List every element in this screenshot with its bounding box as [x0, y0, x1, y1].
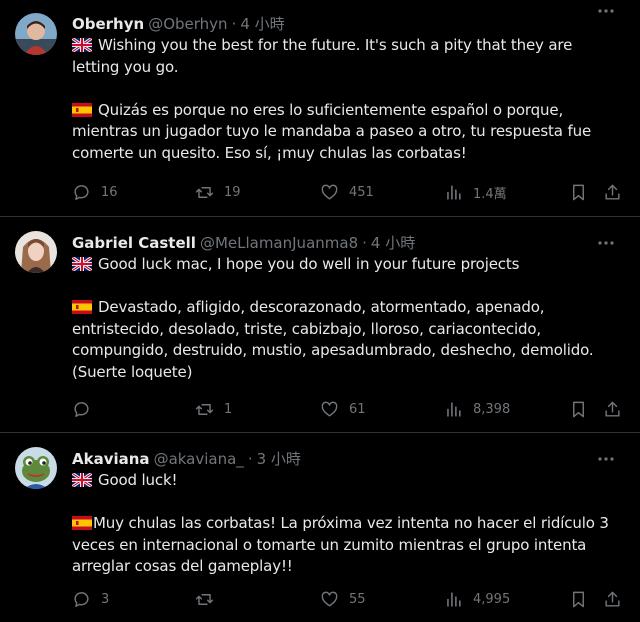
avatar-person-icon	[15, 13, 57, 55]
tweet-gabriel-castell[interactable]: Gabriel Castell @MeLlamanJuanma8 · 4 小時 …	[0, 217, 640, 433]
reply-icon	[74, 184, 89, 200]
paragraph-spanish: Muy chulas las corbatas! La próxima vez …	[72, 513, 624, 578]
reply-count: 3	[101, 591, 110, 607]
views-count: 8,398	[473, 401, 511, 417]
like-count: 451	[349, 184, 374, 200]
action-bar: 3 55 4,995	[0, 587, 640, 611]
share-button[interactable]	[603, 397, 622, 421]
display-name[interactable]: Akaviana	[72, 448, 150, 470]
timestamp[interactable]: 4 小時	[371, 232, 415, 254]
paragraph-english: Good luck mac, I hope you do well in you…	[72, 254, 624, 276]
like-count: 55	[349, 591, 366, 607]
avatar-woman-icon	[15, 231, 57, 273]
avatar[interactable]	[15, 231, 57, 273]
heart-icon	[321, 401, 338, 417]
tweet-text: Good luck mac, I hope you do well in you…	[72, 254, 624, 383]
reply-button[interactable]	[72, 397, 101, 421]
paragraph-text: Devastado, afligido, descorazonado, ator…	[72, 298, 594, 381]
retweet-icon	[195, 403, 214, 415]
bookmark-button[interactable]	[569, 180, 588, 204]
share-icon	[605, 184, 620, 200]
reply-button[interactable]: 16	[72, 180, 118, 204]
avatar[interactable]	[15, 447, 57, 489]
spain-flag-icon	[72, 516, 92, 530]
views-button[interactable]: 4,995	[444, 587, 510, 611]
views-icon	[447, 591, 461, 607]
tweet-header: Gabriel Castell @MeLlamanJuanma8 · 4 小時	[72, 232, 624, 254]
uk-flag-icon	[72, 257, 92, 271]
user-handle[interactable]: @Oberhyn	[148, 13, 227, 35]
paragraph-text: Good luck!	[98, 471, 178, 489]
paragraph-text: Quizás es porque no eres lo suficienteme…	[72, 100, 592, 162]
reply-icon	[74, 401, 89, 417]
retweet-button[interactable]: 1	[195, 397, 232, 421]
separator-dot: ·	[231, 15, 237, 33]
paragraph-text: Good luck mac, I hope you do well in you…	[98, 255, 520, 273]
views-count: 4,995	[473, 591, 511, 607]
paragraph-text: Wishing you the best for the future. It'…	[72, 36, 573, 76]
share-button[interactable]	[603, 587, 622, 611]
share-icon	[605, 401, 620, 417]
bookmark-button[interactable]	[569, 587, 588, 611]
share-icon	[605, 591, 620, 607]
user-handle[interactable]: @MeLlamanJuanma8	[200, 232, 358, 254]
tweet-akaviana[interactable]: Akaviana @akaviana_ · 3 小時 Good luck! Mu…	[0, 433, 640, 622]
heart-icon	[321, 184, 338, 200]
timestamp[interactable]: 4 小時	[240, 13, 284, 35]
spain-flag-icon	[72, 102, 92, 117]
like-count: 61	[349, 401, 366, 417]
action-bar: 1 61 8,398	[0, 397, 640, 421]
tweet-text: Wishing you the best for the future. It'…	[72, 35, 624, 164]
avatar[interactable]	[15, 13, 57, 55]
spain-flag-icon	[72, 300, 92, 314]
display-name[interactable]: Gabriel Castell	[72, 232, 196, 254]
more-options-icon[interactable]	[596, 0, 616, 22]
user-handle[interactable]: @akaviana_	[154, 448, 244, 470]
reply-icon	[74, 591, 89, 607]
retweet-button[interactable]	[195, 587, 224, 611]
bookmark-icon	[573, 184, 584, 200]
views-icon	[447, 184, 461, 200]
views-button[interactable]: 8,398	[444, 397, 510, 421]
like-button[interactable]: 55	[320, 587, 366, 611]
uk-flag-icon	[72, 473, 92, 487]
action-bar: 16 19 451 1.4萬	[0, 180, 640, 204]
retweet-icon	[195, 186, 214, 198]
views-button[interactable]: 1.4萬	[444, 180, 507, 204]
uk-flag-icon	[72, 38, 92, 52]
bookmark-icon	[573, 591, 584, 607]
paragraph-text: Muy chulas las corbatas! La próxima vez …	[72, 514, 609, 575]
retweet-icon	[195, 593, 214, 605]
bookmark-button[interactable]	[569, 397, 588, 421]
paragraph-spanish: Devastado, afligido, descorazonado, ator…	[72, 297, 624, 383]
retweet-count: 19	[224, 184, 241, 200]
like-button[interactable]: 61	[320, 397, 366, 421]
retweet-count: 1	[224, 401, 233, 417]
paragraph-english: Wishing you the best for the future. It'…	[72, 35, 624, 78]
retweet-button[interactable]: 19	[195, 180, 241, 204]
views-icon	[447, 401, 461, 417]
reply-count: 16	[101, 184, 118, 200]
avatar-frog-icon	[15, 447, 57, 489]
like-button[interactable]: 451	[320, 180, 374, 204]
separator-dot: ·	[247, 450, 253, 468]
share-button[interactable]	[603, 180, 622, 204]
separator-dot: ·	[362, 234, 367, 252]
paragraph-english: Good luck!	[72, 470, 624, 492]
timestamp[interactable]: 3 小時	[257, 448, 301, 470]
paragraph-spanish: Quizás es porque no eres lo suficienteme…	[72, 100, 624, 165]
tweet-text: Good luck! Muy chulas las corbatas! La p…	[72, 470, 624, 578]
reply-feed: Oberhyn @Oberhyn · 4 小時 Wishing you the …	[0, 0, 640, 622]
reply-button[interactable]: 3	[72, 587, 109, 611]
views-count: 1.4萬	[473, 186, 507, 202]
tweet-header: Oberhyn @Oberhyn · 4 小時	[72, 13, 624, 35]
tweet-header: Akaviana @akaviana_ · 3 小時	[72, 448, 624, 470]
heart-icon	[321, 591, 338, 607]
tweet-oberhyn[interactable]: Oberhyn @Oberhyn · 4 小時 Wishing you the …	[0, 0, 640, 217]
display-name[interactable]: Oberhyn	[72, 13, 144, 35]
more-options-icon[interactable]	[596, 232, 616, 254]
more-options-icon[interactable]	[596, 448, 616, 470]
bookmark-icon	[573, 401, 584, 417]
